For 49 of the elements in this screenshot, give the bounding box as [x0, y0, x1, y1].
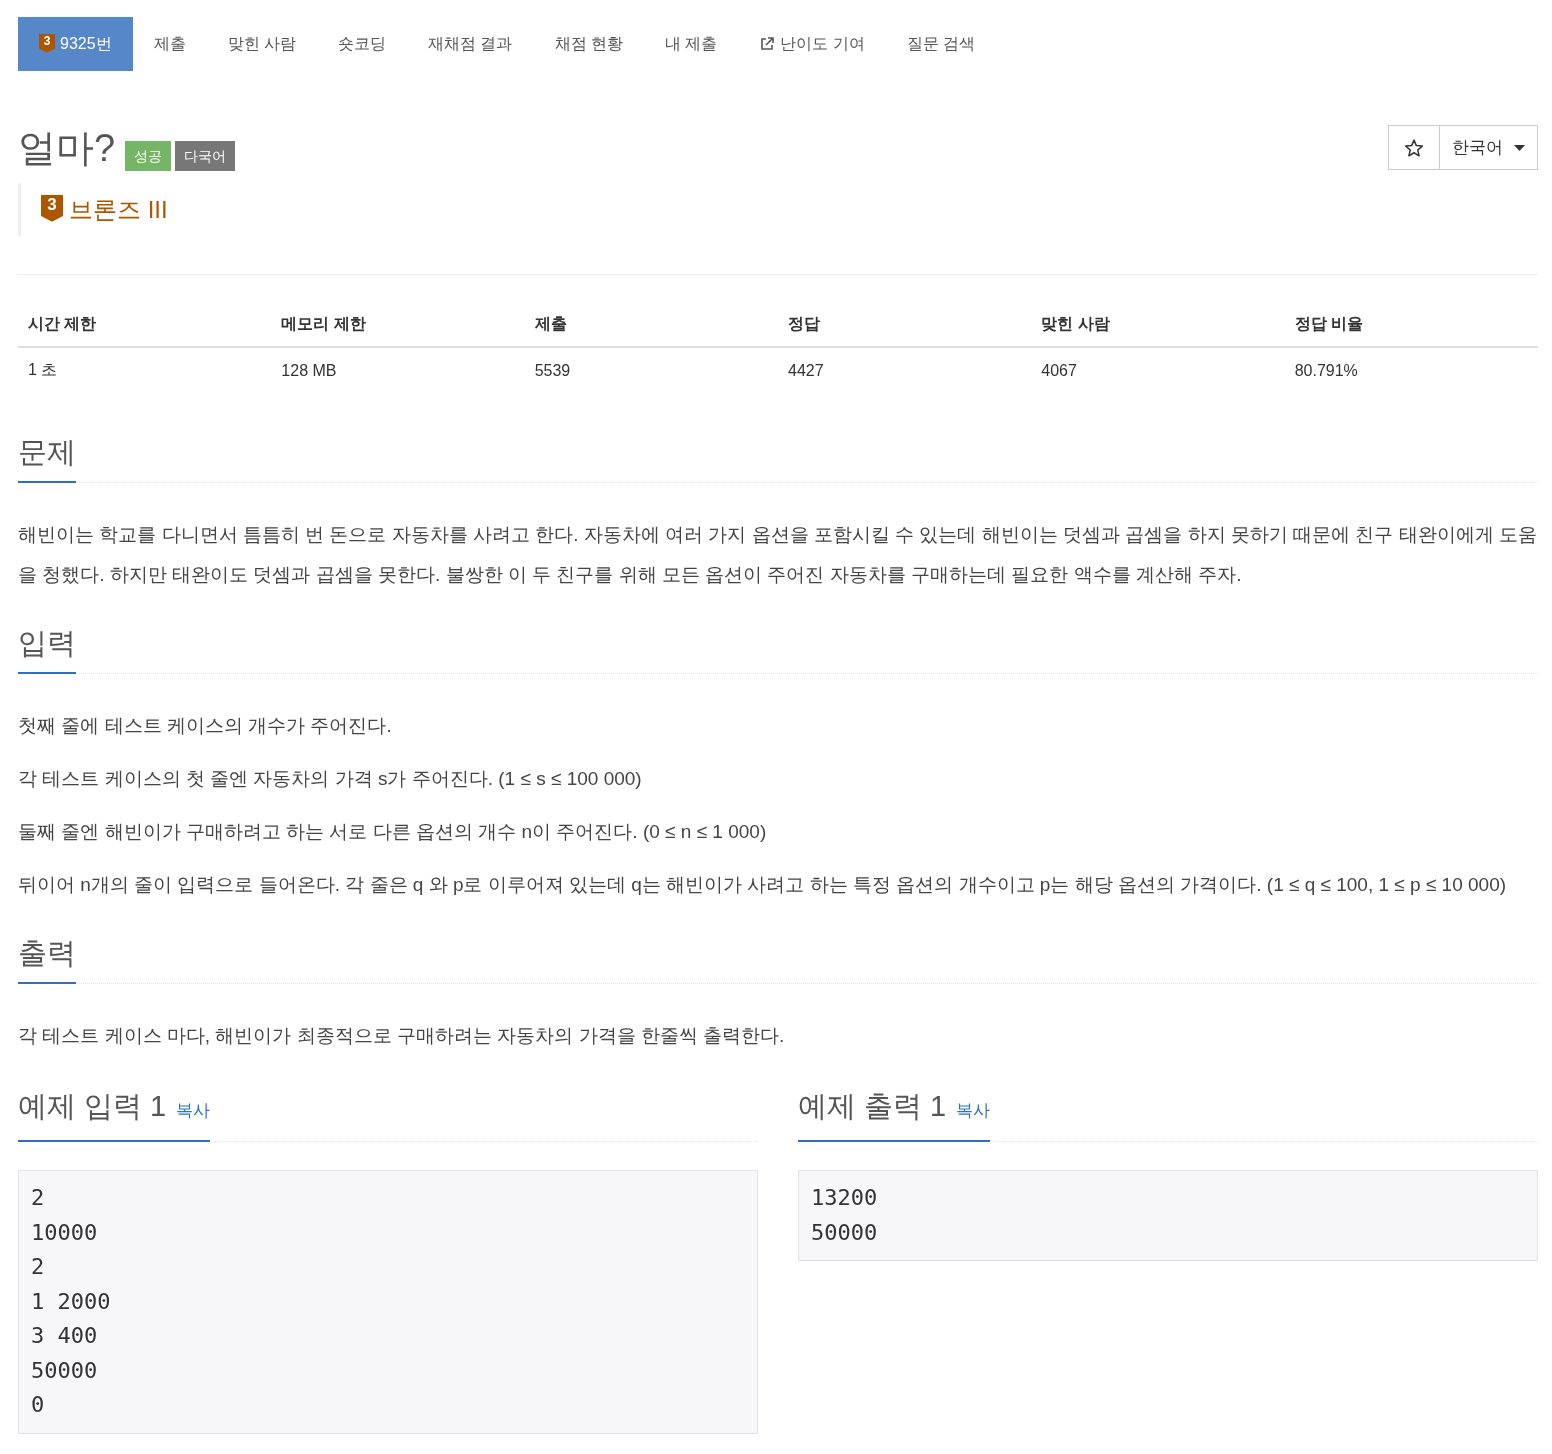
- section-text: 각 테스트 케이스 마다, 해빈이가 최종적으로 구매하려는 자동차의 가격을 한줄씩 출력한다.: [18, 1024, 786, 1048]
- star-icon: [1404, 137, 1424, 158]
- section-text: 첫째 줄에 테스트 케이스의 개수가 주어진다.: [18, 714, 393, 738]
- status-label: 성공: [125, 141, 172, 171]
- nav-tab[interactable]: 맞힌 사람: [206, 17, 318, 71]
- sample-heading: 예제 출력 1: [798, 1090, 947, 1122]
- section-text: 둘째 줄엔 해빈이가 구매하려고 하는 서로 다른 옵션의 개수 n이 주어진다. (0 ≤ n ≤ 1 000): [18, 820, 768, 844]
- section-heading: 문제: [18, 433, 76, 483]
- nav-tab[interactable]: 제출: [132, 17, 207, 71]
- nav-tab[interactable]: 내 제출: [643, 17, 739, 71]
- caret-icon: [1514, 144, 1525, 151]
- section-text: 뒤이어 n개의 줄이 입력으로 들어온다. 각 줄은 q 와 p로 이루어져 있는데 q는 해빈이가 사려고 하는 특정 옵션의 개수이고 p는 해당 옵션의 가격이다. (1 ≤ q ≤ 100, 1 ≤ p ≤ 10 000): [18, 873, 1508, 897]
- tier-name[interactable]: 브론즈 III: [69, 196, 168, 223]
- table-cell: 4067: [1031, 347, 1285, 393]
- tier-badge: 3: [39, 33, 55, 55]
- table-cell: 128 MB: [271, 347, 525, 393]
- column-header: 정답 비율: [1284, 307, 1538, 347]
- nav-tab[interactable]: 채점 현황: [533, 17, 644, 71]
- nav-tab[interactable]: 재채점 결과: [407, 17, 534, 71]
- nav-tab[interactable]: 3 9325번: [18, 17, 133, 71]
- column-header: 맞힌 사람: [1031, 307, 1285, 347]
- table-cell: 5539: [524, 347, 778, 393]
- favorite-button[interactable]: [1388, 125, 1440, 170]
- sample-code: 13200 50000: [798, 1170, 1538, 1261]
- section-heading: 입력: [18, 624, 76, 674]
- section-text: 해빈이는 학교를 다니면서 틈틈히 번 돈으로 자동차를 사려고 한다. 자동차에 여러 가지 옵션을 포함시킬 수 있는데 해빈이는 덧셈과 곱셈을 하지 못하기 때문에 친구 태완이에게 도움을 청했다. 하지만 태완이도 덧셈과 곱셈을 못한다. 불쌍한 이 두 친구를 위해 모든 옵션이 주어진 자동차를 구매하는데 필요한 액수를 계산해 주자.: [18, 523, 1538, 587]
- nav-tab[interactable]: 질문 검색: [885, 17, 997, 71]
- section-text: 각 테스트 케이스의 첫 줄엔 자동차의 가격 s가 주어진다. (1 ≤ s ≤ 100 000): [18, 767, 643, 791]
- column-header: 정답: [778, 307, 1032, 347]
- problem-title: 얼마?: [18, 126, 116, 171]
- column-header: 메모리 제한: [271, 307, 525, 347]
- table-cell: 1 초: [18, 347, 272, 393]
- column-header: 제출: [524, 307, 778, 347]
- nav-tab[interactable]: 숏코딩: [317, 17, 408, 71]
- column-header: 시간 제한: [18, 307, 272, 347]
- status-label: 다국어: [175, 141, 236, 171]
- nav-tab[interactable]: 난이도 기여: [738, 17, 886, 71]
- table-cell: 80.791%: [1284, 347, 1538, 393]
- copy-link[interactable]: 복사: [176, 1101, 211, 1120]
- section-heading: 출력: [18, 934, 76, 984]
- sample-heading: 예제 입력 1: [18, 1090, 167, 1122]
- table-cell: 4427: [778, 347, 1032, 393]
- tier-badge: 3: [41, 195, 63, 224]
- language-dropdown[interactable]: 한국어: [1440, 125, 1538, 170]
- sample-code: 2 10000 2 1 2000 3 400 50000 0: [18, 1170, 758, 1434]
- external-link-icon: [759, 36, 776, 52]
- tab-label: 9325번: [60, 33, 112, 54]
- tab-label: 난이도 기여: [780, 33, 865, 54]
- copy-link[interactable]: 복사: [956, 1101, 991, 1120]
